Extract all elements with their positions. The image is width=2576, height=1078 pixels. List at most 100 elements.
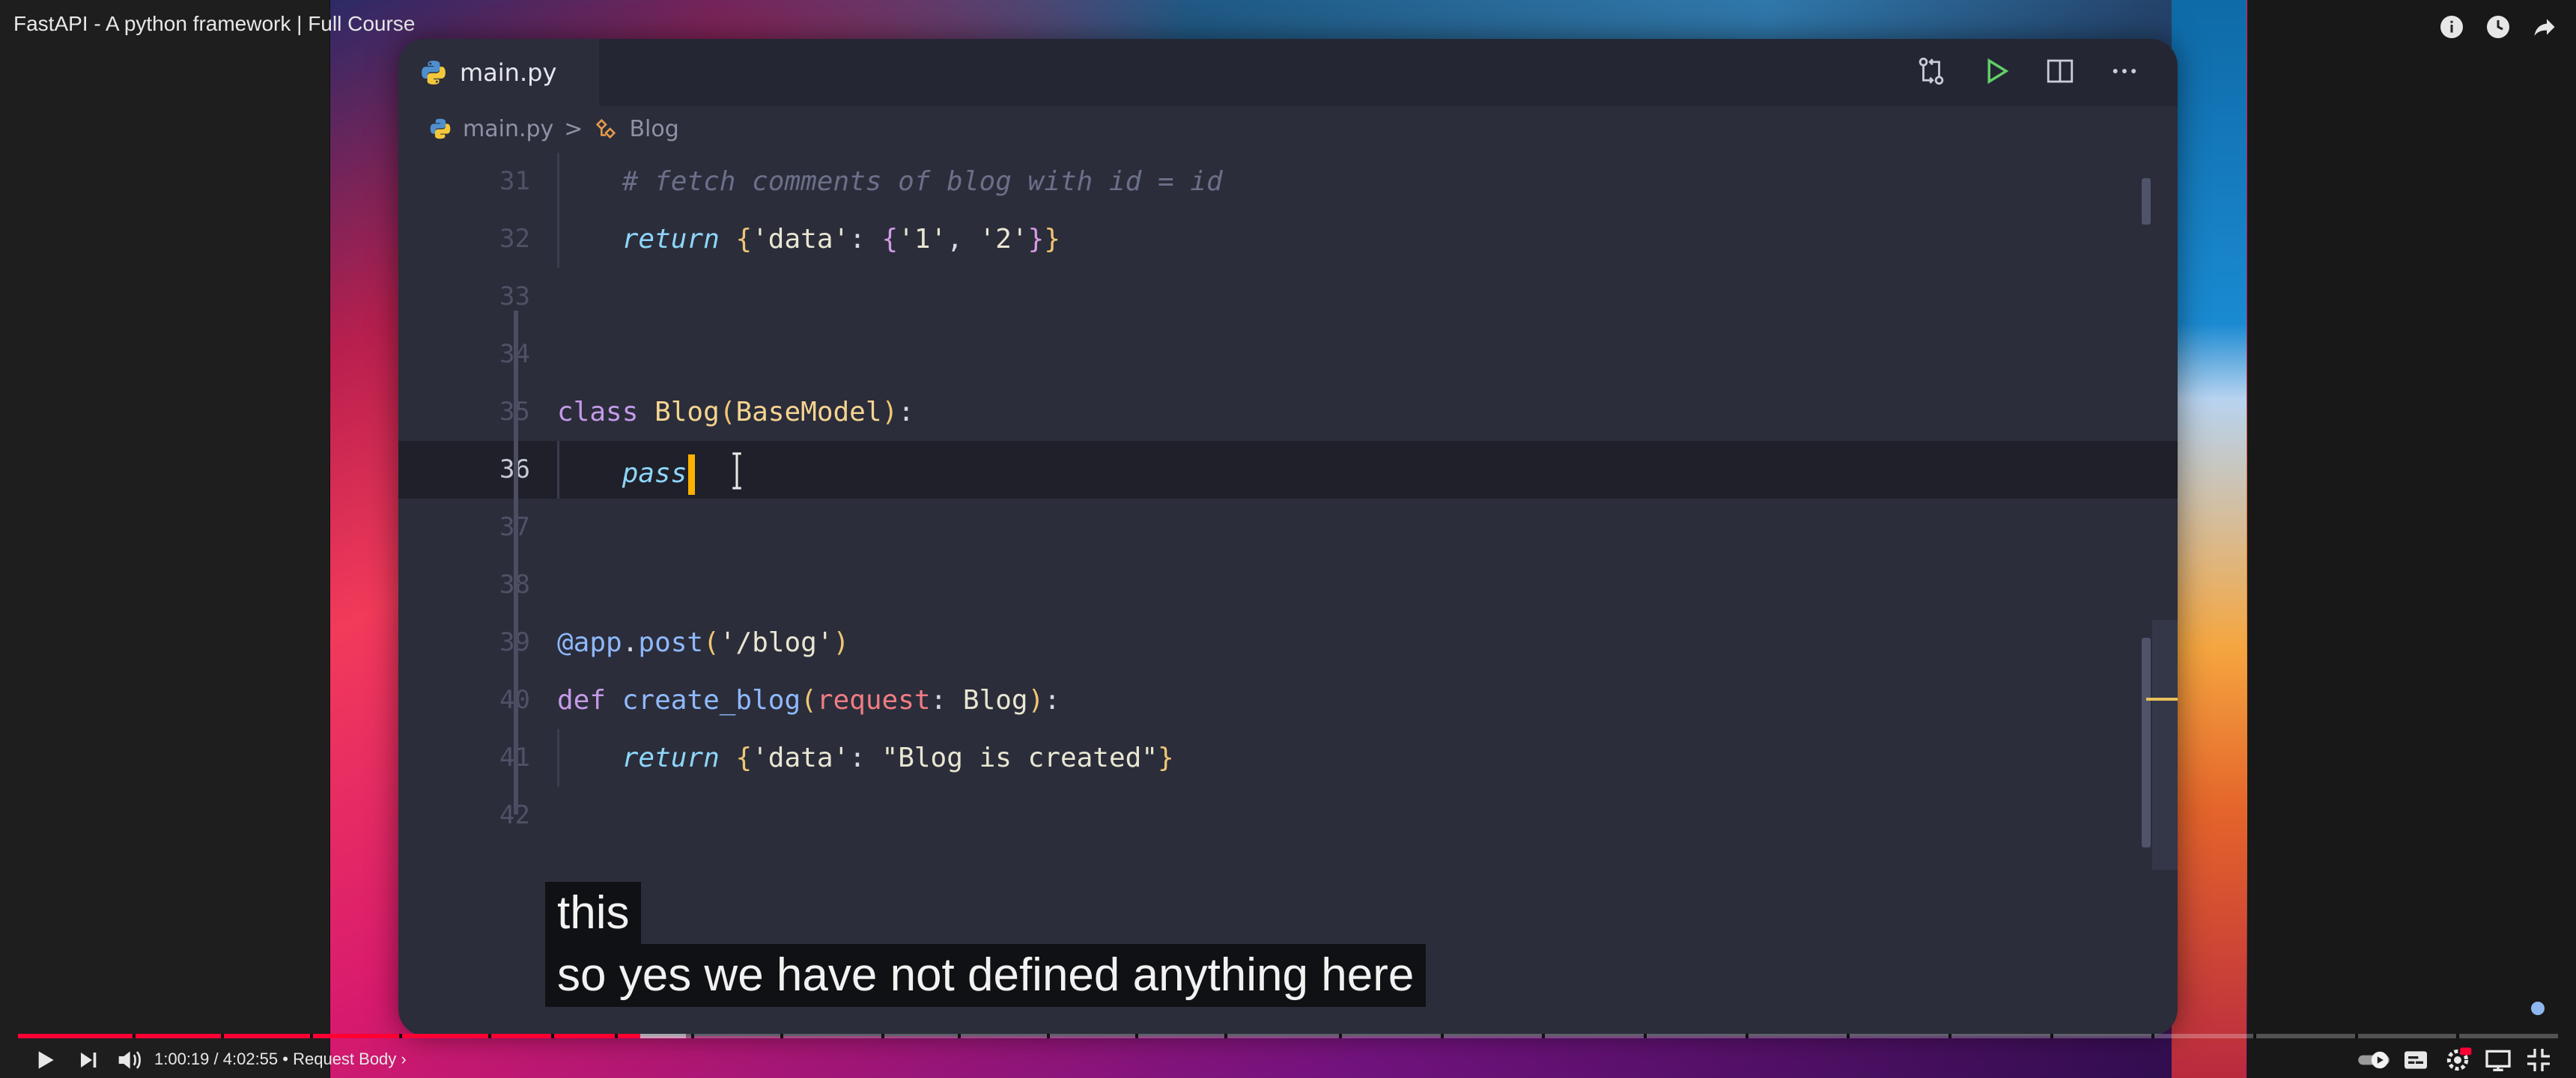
left-backdrop (0, 0, 329, 1078)
code-token: pass (622, 458, 687, 489)
chapter-marker (1135, 1034, 1139, 1038)
chapter-marker (1046, 1034, 1050, 1038)
code-token: } (1044, 224, 1061, 255)
code-token: 'data' (752, 743, 850, 773)
code-text: return {'data': {'1', '2'}} (557, 224, 1060, 255)
code-line[interactable]: 31 # fetch comments of blog with id = id (398, 153, 2178, 210)
line-number: 32 (499, 224, 530, 254)
code-token: ) (833, 627, 850, 658)
chapter-marker (551, 1034, 555, 1038)
code-line[interactable]: 42 (398, 787, 2178, 844)
chapter-marker (615, 1034, 619, 1038)
chapter-marker (132, 1034, 136, 1038)
chapter-marker (780, 1034, 783, 1038)
info-icon[interactable] (2438, 13, 2465, 40)
code-line[interactable]: 37 (398, 499, 2178, 556)
miniplayer-icon[interactable] (2483, 1045, 2513, 1075)
chapter-marker (1542, 1034, 1546, 1038)
line-number: 33 (499, 281, 530, 311)
code-token: post (638, 627, 704, 658)
code-line[interactable]: 34 (398, 326, 2178, 383)
class-symbol-icon (596, 118, 616, 139)
right-backdrop (2247, 0, 2576, 1078)
run-icon[interactable] (1980, 55, 2011, 87)
code-token: ( (719, 397, 736, 427)
code-token: : (849, 224, 882, 255)
chapter-marker (398, 1034, 402, 1038)
clock-icon[interactable] (2485, 13, 2512, 40)
code-token: } (1158, 743, 1174, 773)
code-token: ) (1027, 685, 1045, 716)
play-icon[interactable] (30, 1045, 60, 1075)
code-text: return {'data': "Blog is created"} (557, 743, 1174, 773)
chapter-title[interactable]: Request Body (293, 1050, 396, 1068)
code-line[interactable]: 35class Blog(BaseModel): (398, 383, 2178, 441)
editor-actions (1916, 55, 2140, 87)
code-token: @app (557, 627, 622, 658)
scrollbar-region[interactable] (2152, 620, 2178, 870)
code-text: pass (557, 454, 696, 495)
share-icon[interactable] (2531, 13, 2558, 40)
indent-guide (557, 441, 559, 499)
time-total: 4:02:55 (222, 1050, 279, 1068)
scrollbar-thumb[interactable] (2142, 178, 2151, 225)
code-token: { (881, 224, 899, 255)
more-icon[interactable] (2109, 55, 2140, 87)
python-file-icon (430, 118, 451, 139)
next-icon[interactable] (73, 1045, 103, 1075)
code-text: def create_blog(request: Blog): (557, 685, 1060, 716)
code-token: "Blog is created" (881, 743, 1158, 773)
chapter-marker (1440, 1034, 1444, 1038)
code-token: class (557, 397, 639, 427)
time-separator: / (209, 1050, 223, 1068)
code-token: : (930, 685, 963, 716)
code-token: { (735, 743, 753, 773)
scrollbar-position-marker (2146, 698, 2178, 701)
breadcrumb-file[interactable]: main.py (463, 116, 553, 142)
code-token: '2' (979, 224, 1028, 255)
indent-guide (557, 729, 559, 787)
tab-main-py[interactable]: main.py (398, 39, 599, 106)
text-caret (688, 454, 696, 495)
code-line[interactable]: 40def create_blog(request: Blog): (398, 672, 2178, 729)
code-token: create_blog (622, 685, 801, 716)
subtitles-icon[interactable] (2401, 1045, 2431, 1075)
code-line[interactable]: 32 return {'data': {'1', '2'}} (398, 210, 2178, 268)
split-editor-icon[interactable] (2044, 55, 2076, 87)
code-token: def (557, 685, 607, 716)
video-title[interactable]: FastAPI - A python framework | Full Cour… (13, 12, 415, 36)
text-cursor-icon (732, 452, 741, 490)
code-line[interactable]: 38 (398, 556, 2178, 614)
tab-label: main.py (460, 58, 557, 87)
chapter-marker (221, 1034, 225, 1038)
autoplay-toggle-icon[interactable] (2356, 1045, 2392, 1075)
line-number: 31 (499, 166, 530, 196)
code-line[interactable]: 39@app.post('/blog') (398, 614, 2178, 672)
tab-bar: main.py (398, 39, 2178, 106)
code-line[interactable]: 36 pass (398, 441, 2178, 499)
code-token: '1' (898, 224, 947, 255)
code-line[interactable]: 41 return {'data': "Blog is created"} (398, 729, 2178, 787)
settings-icon[interactable] (2443, 1045, 2473, 1075)
chapter-indicator (2531, 1002, 2545, 1015)
breadcrumb-symbol[interactable]: Blog (629, 116, 678, 142)
code-token: 'data' (752, 224, 850, 255)
subtitles: this so yes we have not defined anything… (545, 882, 1427, 1007)
compare-changes-icon[interactable] (1916, 55, 1947, 87)
code-token: : (1044, 685, 1060, 716)
chapter-arrow[interactable]: › (401, 1050, 406, 1068)
player-controls: 1:00:19 / 4:02:55 • Request Body › (0, 1042, 2576, 1078)
chapter-marker (881, 1034, 885, 1038)
exit-fullscreen-icon[interactable] (2524, 1045, 2554, 1075)
code-line[interactable]: 33 (398, 268, 2178, 326)
chapter-marker (1745, 1034, 1749, 1038)
progress-bar[interactable] (18, 1034, 2558, 1038)
code-token: ( (801, 685, 817, 716)
volume-icon[interactable] (114, 1045, 144, 1075)
scrollbar-thumb-lower[interactable] (2142, 638, 2151, 847)
chapter-marker (1338, 1034, 1342, 1038)
